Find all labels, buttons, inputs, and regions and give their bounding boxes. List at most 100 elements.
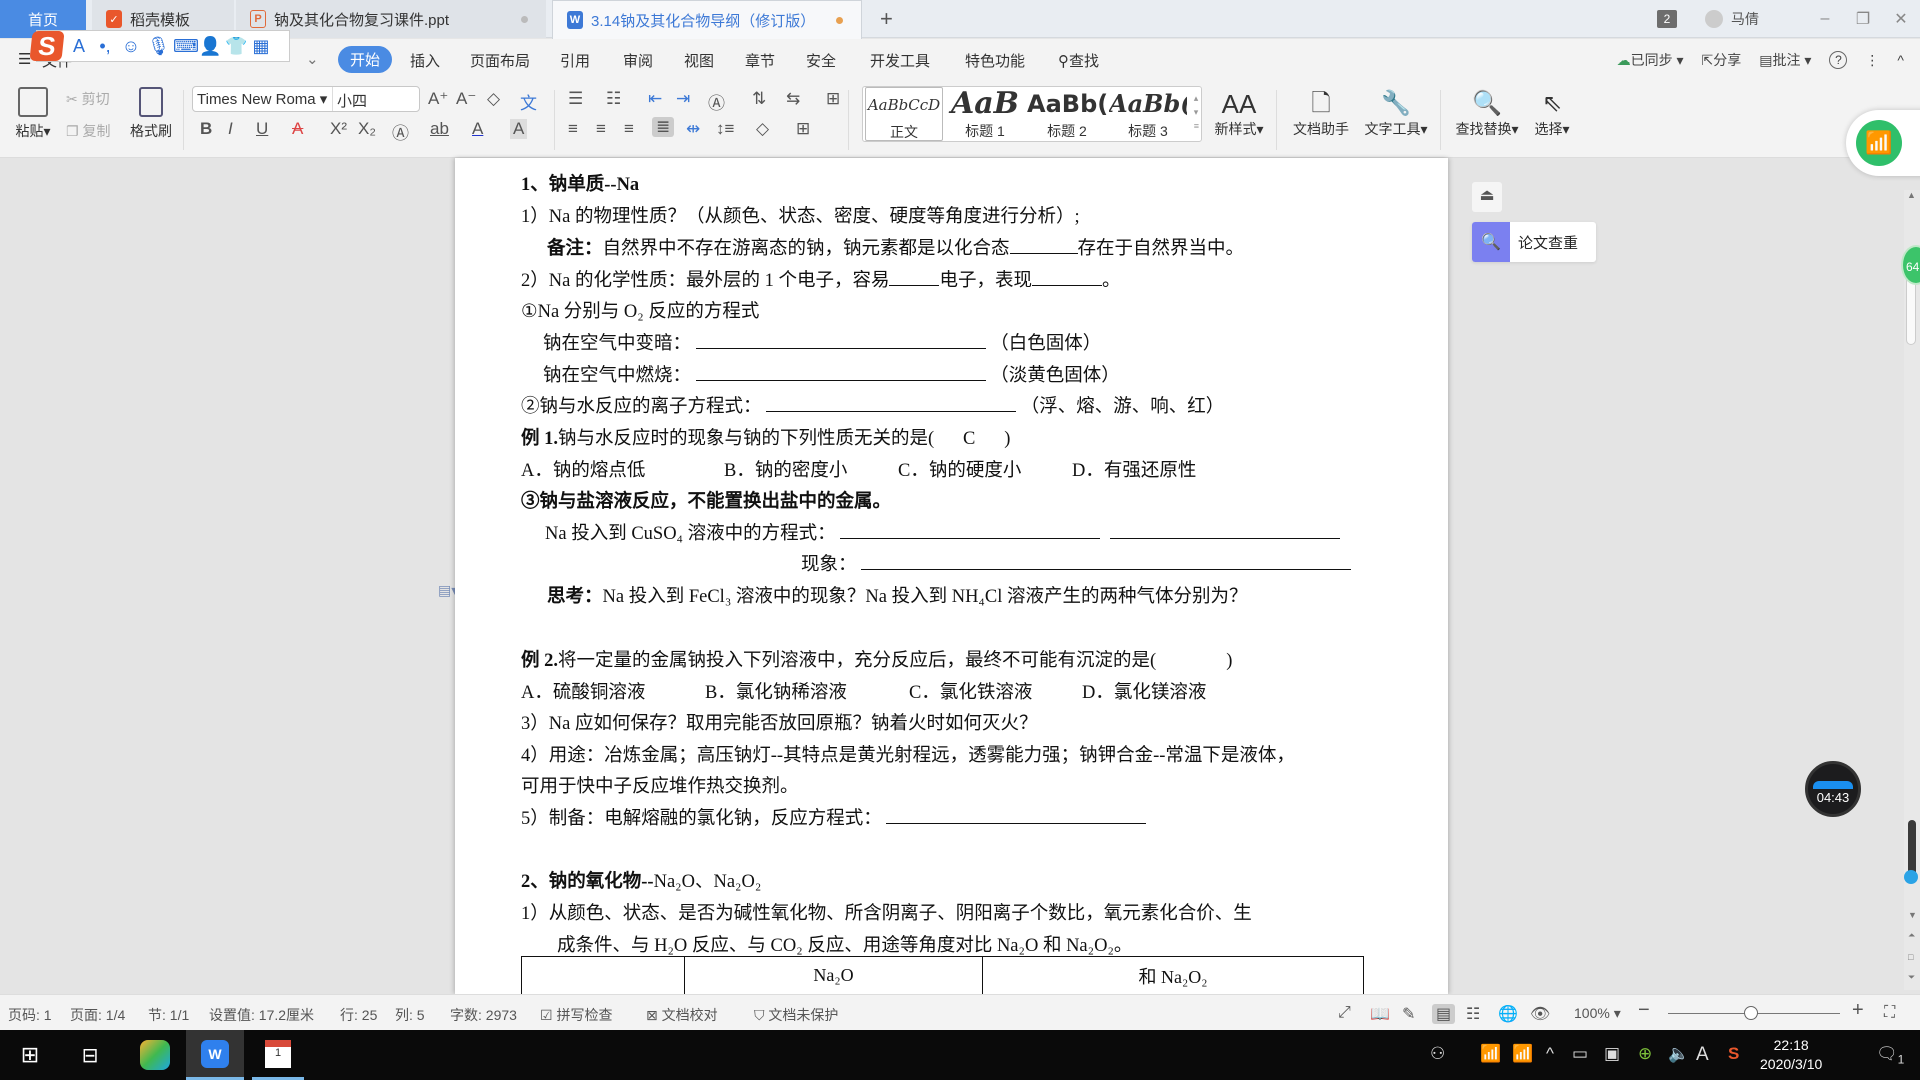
table-cell[interactable]: Na₂O: [684, 956, 983, 995]
close-button[interactable]: ✕: [1882, 9, 1920, 29]
font-size-select[interactable]: 小四: [333, 87, 419, 111]
menu-insert[interactable]: 插入: [410, 50, 440, 71]
eye-protection-icon[interactable]: 👁: [1530, 1004, 1550, 1024]
line-spacing-option-icon[interactable]: ⇆: [786, 89, 800, 109]
menu-developer[interactable]: 开发工具: [870, 50, 930, 71]
menu-home[interactable]: 开始: [338, 46, 393, 73]
paste-button[interactable]: 粘贴▾: [12, 87, 54, 141]
zoom-in-button[interactable]: +: [1852, 999, 1864, 1022]
display-warning-icon[interactable]: ▣: [1604, 1044, 1620, 1064]
edit-mode-icon[interactable]: ✎: [1402, 1004, 1415, 1024]
document-page[interactable]: 1、钠单质--Na 1）Na 的物理性质？（从颜色、状态、密度、硬度等角度进行分…: [455, 158, 1448, 1033]
font-name-select[interactable]: Times New Roma ▾: [193, 87, 333, 111]
format-painter-button[interactable]: 格式刷: [126, 87, 176, 141]
bullet-list-icon[interactable]: ☰: [568, 89, 583, 109]
battery-icon[interactable]: ▭: [1572, 1044, 1588, 1064]
windows-start-icon[interactable]: ⊞: [0, 1030, 60, 1080]
grow-font-icon[interactable]: A⁺: [428, 89, 448, 109]
find-replace-button[interactable]: 🔍 查找替换▾: [1450, 89, 1524, 139]
scroll-up-icon[interactable]: ▲: [1907, 190, 1916, 200]
outline-view-icon[interactable]: ☷: [1466, 1004, 1480, 1024]
ime-skin-icon[interactable]: 👕: [225, 36, 247, 56]
cut-button[interactable]: ✂ 剪切: [66, 89, 110, 109]
highlight-icon[interactable]: ab: [430, 119, 449, 139]
text-direction-icon[interactable]: Ⓐ: [708, 89, 725, 114]
task-view-icon[interactable]: ⊟: [66, 1030, 114, 1080]
menu-review[interactable]: 审阅: [623, 50, 653, 71]
style-normal[interactable]: AaBbCcD 正文: [865, 87, 943, 141]
subscript-icon[interactable]: X₂: [358, 119, 376, 139]
new-tab-button[interactable]: +: [880, 6, 893, 32]
help-button[interactable]: ?: [1829, 51, 1848, 69]
collapse-panel-button[interactable]: ⏏: [1472, 182, 1502, 212]
style-scroll-icon[interactable]: ▴ ▾ ≡: [1194, 91, 1199, 133]
calendar-app-icon[interactable]: 1: [252, 1030, 304, 1080]
restore-button[interactable]: ❐: [1844, 9, 1882, 29]
paper-check-button[interactable]: 🔍 论文查重: [1472, 222, 1596, 262]
taskbar-clock[interactable]: 22:18 2020/3/10: [1760, 1036, 1822, 1074]
answer-blank[interactable]: [695, 331, 986, 349]
ime-emoji-icon[interactable]: ☺: [121, 36, 141, 56]
answer-blank[interactable]: [840, 521, 1101, 539]
underline-icon[interactable]: U: [256, 119, 268, 139]
menu-features[interactable]: 特色功能: [965, 50, 1025, 71]
fill-blank[interactable]: [889, 268, 940, 286]
menu-view[interactable]: 视图: [684, 50, 714, 71]
menu-security[interactable]: 安全: [806, 50, 836, 71]
table-cell[interactable]: [521, 956, 685, 995]
fill-blank[interactable]: [1031, 268, 1102, 286]
style-heading-1[interactable]: AaB 标题 1: [945, 87, 1025, 141]
answer-blank[interactable]: [766, 394, 1017, 412]
next-page-icon[interactable]: ⏷: [1908, 972, 1915, 983]
scroll-down-icon[interactable]: ▼: [1908, 910, 1917, 920]
answer-blank[interactable]: [1109, 521, 1340, 539]
answer-blank[interactable]: [695, 363, 986, 381]
align-right-icon[interactable]: ≡: [624, 119, 634, 139]
page-view-icon[interactable]: ▤: [1432, 1004, 1456, 1024]
answer-blank[interactable]: [886, 806, 1147, 824]
input-method-icon[interactable]: A: [1696, 1044, 1709, 1066]
menu-references[interactable]: 引用: [560, 50, 590, 71]
ime-font-icon[interactable]: A: [69, 36, 89, 56]
ime-voice-icon[interactable]: 🎙: [147, 36, 170, 56]
style-heading-2[interactable]: AaBb( 标题 2: [1027, 87, 1107, 141]
volume-slider-knob[interactable]: [1904, 870, 1918, 884]
phonetic-guide-icon[interactable]: 文: [520, 89, 537, 114]
wps-writer-taskbar-icon[interactable]: W: [186, 1030, 244, 1080]
status-word-count[interactable]: 字数: 2973: [450, 1005, 517, 1025]
collapse-ribbon-icon[interactable]: ^: [1897, 52, 1904, 68]
user-account[interactable]: 马倩: [1705, 9, 1759, 29]
proofread-button[interactable]: ⊠ 文档校对: [646, 1005, 718, 1025]
fit-page-icon[interactable]: ⛶: [1884, 1004, 1895, 1022]
new-style-button[interactable]: AA 新样式▾: [1210, 89, 1268, 139]
zoom-out-button[interactable]: −: [1638, 999, 1650, 1022]
people-icon[interactable]: ⚇: [1430, 1044, 1445, 1064]
video-player-icon[interactable]: [128, 1030, 182, 1080]
network-widget[interactable]: 📶: [1846, 110, 1920, 176]
select-button[interactable]: ⇖ 选择▾: [1530, 89, 1574, 139]
show-hidden-icons[interactable]: ^: [1546, 1044, 1554, 1064]
reading-mode-icon[interactable]: 📖: [1370, 1004, 1390, 1024]
fill-blank[interactable]: [1009, 236, 1078, 254]
answer-blank[interactable]: [861, 552, 1352, 570]
tab-document-active[interactable]: W 3.14钠及其化合物导纲（修订版）: [552, 0, 862, 39]
sort-icon[interactable]: ⇅: [752, 89, 766, 109]
style-heading-3[interactable]: AaBb( 标题 3: [1109, 87, 1187, 141]
justify-icon[interactable]: ≣: [652, 117, 675, 137]
menu-page-layout[interactable]: 页面布局: [470, 50, 530, 71]
prev-page-icon[interactable]: ⏶: [1908, 930, 1915, 941]
recording-timer[interactable]: 04:43: [1805, 761, 1861, 817]
sync-status[interactable]: ☁已同步 ▾: [1617, 50, 1684, 70]
menu-search[interactable]: ⚲查找: [1058, 50, 1099, 71]
align-center-icon[interactable]: ≡: [596, 119, 606, 139]
ime-grid-icon[interactable]: ▦: [251, 36, 271, 56]
font-color-icon[interactable]: A: [472, 119, 483, 139]
select-browse-icon[interactable]: □: [1908, 952, 1913, 962]
share-button[interactable]: ⇱分享: [1702, 50, 1742, 70]
shading-icon[interactable]: ◇: [756, 119, 769, 139]
spell-check-button[interactable]: ☑ 拼写检查: [540, 1005, 612, 1025]
bold-icon[interactable]: B: [200, 119, 212, 139]
ime-user-icon[interactable]: 👤: [199, 36, 221, 56]
borders-icon[interactable]: ⊞: [796, 119, 810, 139]
sogou-logo-icon[interactable]: S: [29, 31, 65, 61]
